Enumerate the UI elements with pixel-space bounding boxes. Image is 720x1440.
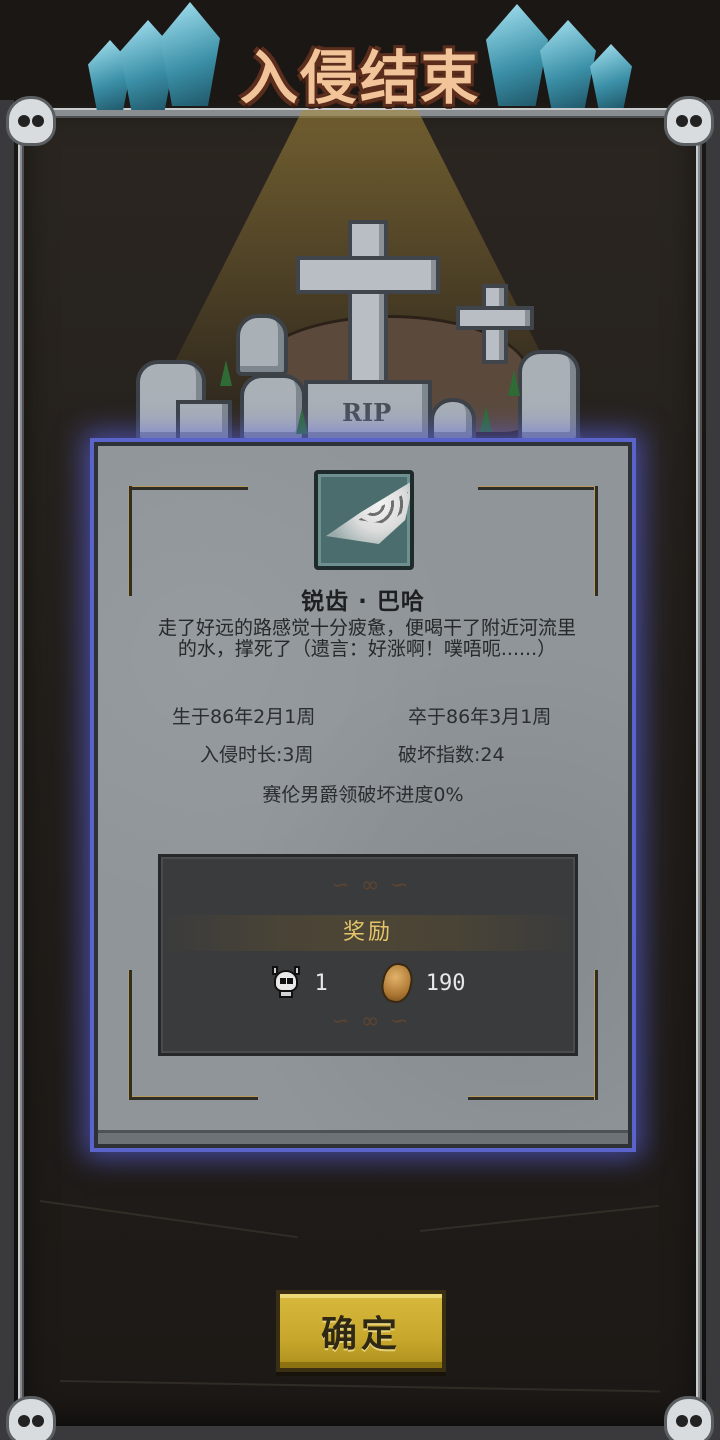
ornament-line xyxy=(128,486,248,490)
skull-reward-value: 1 xyxy=(314,970,328,996)
tombstone xyxy=(176,400,232,442)
reward-title-bar: 奖励 xyxy=(161,915,575,951)
tombstone xyxy=(240,374,306,442)
crystal-icon xyxy=(540,20,596,108)
confirm-button[interactable]: 确定 xyxy=(276,1290,446,1372)
skull-icon xyxy=(271,966,301,1000)
item-description: 走了好远的路感觉十分疲惫，便喝干了附近河流里的水，撑死了（遗言：好涨啊！噗唔呃.… xyxy=(158,617,577,660)
reward-box: ∽ ∞ ∽ 奖励 1 190 ∽ ∞ ∽ xyxy=(158,854,578,1056)
ornament-line xyxy=(128,970,132,1100)
confirm-label: 确定 xyxy=(320,1314,401,1355)
ornament-line xyxy=(128,1096,258,1100)
skull-corner-icon xyxy=(664,1396,714,1440)
fang-item-icon xyxy=(314,470,414,570)
coin-reward-value: 190 xyxy=(425,970,466,996)
tombstone xyxy=(236,314,288,376)
title-banner: 入侵结束 xyxy=(210,30,510,116)
skull-eye xyxy=(286,978,293,984)
invasion-duration: 入侵时长:3周 xyxy=(200,744,314,766)
reward-ornament-bottom: ∽ ∞ ∽ xyxy=(331,1009,411,1034)
tombstone xyxy=(518,350,580,442)
destruction-index: 破坏指数:24 xyxy=(398,744,505,766)
territory-progress: 赛伦男爵领破坏进度0% xyxy=(262,784,464,806)
skull-eye xyxy=(279,978,286,984)
reward-ornament-top: ∽ ∞ ∽ xyxy=(331,873,411,898)
page-title: 入侵结束 xyxy=(239,44,480,112)
skull-corner-icon xyxy=(6,1396,56,1440)
cross-icon xyxy=(296,256,440,294)
obituary-panel: 锐齿 · 巴哈 走了好远的路感觉十分疲惫，便喝干了附近河流里的水，撑死了（遗言：… xyxy=(94,442,632,1148)
ornament-line xyxy=(594,970,598,1100)
reward-row: 1 190 xyxy=(161,960,575,1006)
item-name: 锐齿 · 巴哈 xyxy=(301,589,425,615)
small-cross-icon xyxy=(456,306,534,330)
ornament-line xyxy=(594,486,598,596)
crystal-icon xyxy=(590,44,632,108)
coin-icon xyxy=(377,960,416,1006)
rip-label: RIP xyxy=(342,398,392,427)
grass-tuft xyxy=(220,360,232,386)
cross-icon xyxy=(348,220,388,390)
ornament-line xyxy=(478,486,598,490)
ornament-line xyxy=(468,1096,598,1100)
tombstone xyxy=(430,398,476,442)
death-date: 卒于86年3月1周 xyxy=(408,706,552,728)
ornament-line xyxy=(128,486,132,596)
skull-head xyxy=(273,970,298,992)
reward-title: 奖励 xyxy=(342,920,393,945)
birth-date: 生于86年2月1周 xyxy=(172,706,316,728)
skull-jaw xyxy=(278,990,293,998)
panel-edge xyxy=(98,1130,628,1144)
frame-left-border xyxy=(18,120,24,1400)
graveyard-illustration: RIP xyxy=(120,210,600,450)
frame-right-border xyxy=(696,120,702,1400)
